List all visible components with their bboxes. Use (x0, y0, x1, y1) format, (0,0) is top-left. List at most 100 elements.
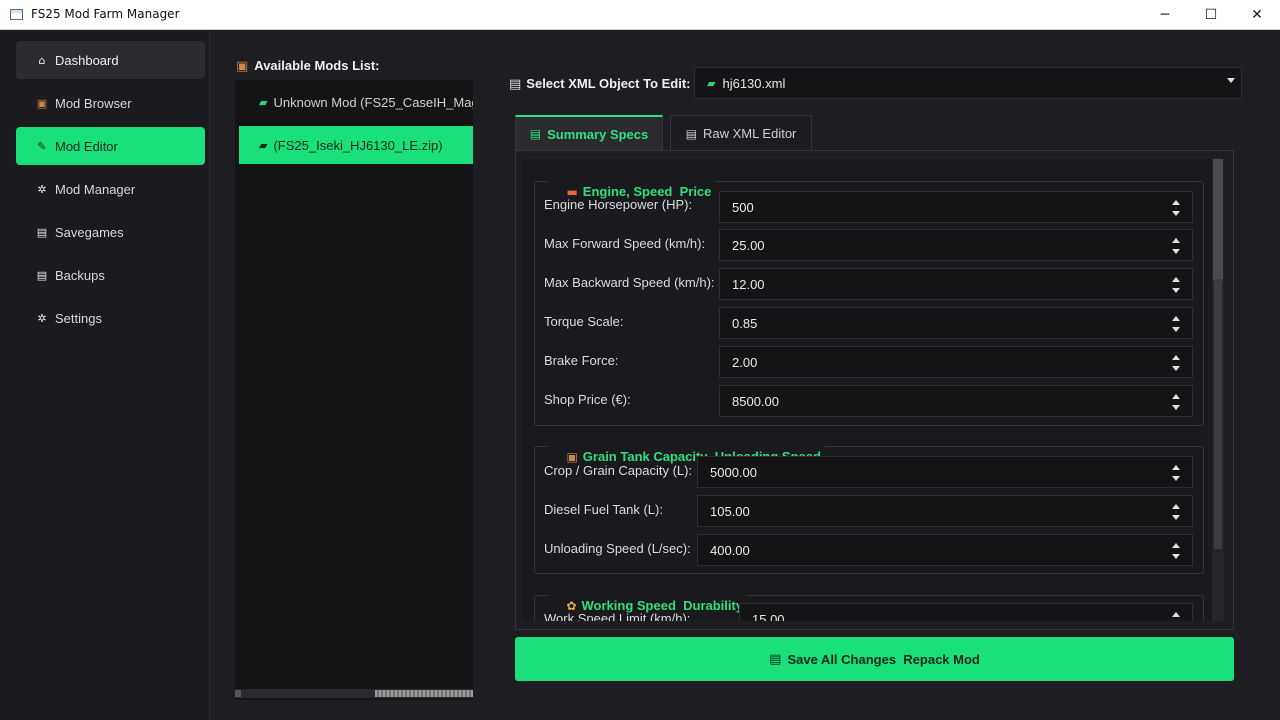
work-speed-limit-value: 15.00 (752, 611, 785, 622)
increment-arrow-icon[interactable] (1172, 504, 1180, 509)
scroll-left-arrow[interactable] (235, 690, 241, 697)
mods-list-title: Available Mods List: (254, 58, 380, 73)
save-repack-button[interactable]: ▤ Save All Changes Repack Mod (515, 637, 1234, 681)
xml-object-select[interactable]: ▰ hj6130.xml (694, 67, 1242, 99)
decrement-arrow-icon[interactable] (1172, 211, 1180, 216)
max-forward-speed-label: Max Forward Speed (km/h): (544, 236, 706, 251)
torque-scale-label: Torque Scale: (544, 314, 624, 329)
diesel-tank-value: 105.00 (710, 503, 750, 519)
home-icon: ⌂ (38, 53, 46, 67)
tab-label: Raw XML Editor (702, 126, 797, 141)
sidebar-item-label: Mod Manager (55, 181, 136, 197)
specs-scroll-area[interactable]: ▬ Engine, Speed Price Engine Horsepower (… (522, 159, 1212, 621)
unloading-speed-value: 400.00 (710, 542, 750, 558)
app-icon (10, 9, 23, 20)
decrement-arrow-icon[interactable] (1172, 327, 1180, 332)
tab-summary-specs[interactable]: ▤ Summary Specs (515, 115, 663, 151)
increment-arrow-icon[interactable] (1172, 200, 1180, 205)
sidebar-item-label: Mod Browser (55, 95, 132, 111)
unloading-speed-label: Unloading Speed (L/sec): (544, 541, 691, 556)
increment-arrow-icon[interactable] (1172, 465, 1180, 470)
decrement-arrow-icon[interactable] (1172, 249, 1180, 254)
sidebar: ⌂ Dashboard ▣ Mod Browser ✎ Mod Editor ✲… (0, 31, 210, 720)
title-bar: FS25 Mod Farm Manager ─ ☐ ✕ (0, 0, 1280, 30)
save-button-label: Save All Changes Repack Mod (787, 651, 980, 667)
horizontal-scrollbar[interactable] (235, 689, 473, 698)
floppy-icon: ▤ (36, 268, 48, 282)
sidebar-item-savegames[interactable]: ▤ Savegames (16, 213, 205, 251)
minimize-button[interactable]: ─ (1142, 0, 1188, 30)
shop-price-value: 8500.00 (732, 393, 779, 409)
tractor-icon: ▰ (707, 76, 716, 90)
package-icon: ▣ (236, 59, 249, 74)
decrement-arrow-icon[interactable] (1172, 405, 1180, 410)
increment-arrow-icon[interactable] (1172, 277, 1180, 282)
floppy-icon: ▤ (769, 651, 782, 667)
decrement-arrow-icon[interactable] (1172, 366, 1180, 371)
grain-capacity-input[interactable]: 5000.00 (697, 456, 1193, 488)
sidebar-item-label: Dashboard (55, 52, 119, 68)
max-backward-speed-label: Max Backward Speed (km/h): (544, 275, 715, 290)
xml-select-label: ▤ Select XML Object To Edit: (509, 76, 691, 92)
engine-hp-value: 500 (732, 199, 754, 215)
chevron-down-icon[interactable] (1227, 78, 1235, 83)
sidebar-item-mod-editor[interactable]: ✎ Mod Editor (16, 127, 205, 165)
diesel-tank-label: Diesel Fuel Tank (L): (544, 502, 663, 517)
mod-item-label: Unknown Mod (FS25_CaseIH_Mag (273, 94, 473, 110)
sidebar-item-settings[interactable]: ✲ Settings (16, 299, 205, 337)
brake-force-value: 2.00 (732, 354, 758, 370)
shop-price-label: Shop Price (€): (544, 392, 631, 407)
max-forward-speed-input[interactable]: 25.00 (719, 229, 1193, 261)
sidebar-item-label: Settings (55, 310, 102, 326)
increment-arrow-icon[interactable] (1172, 238, 1180, 243)
increment-arrow-icon[interactable] (1172, 543, 1180, 548)
sidebar-item-backups[interactable]: ▤ Backups (16, 256, 205, 294)
shop-price-input[interactable]: 8500.00 (719, 385, 1193, 417)
tab-raw-xml-editor[interactable]: ▤ Raw XML Editor (670, 115, 812, 151)
mods-list-header: ▣ Available Mods List: (236, 58, 380, 74)
gear-icon: ✲ (37, 311, 47, 325)
package-icon: ▣ (36, 96, 48, 110)
document-icon: ▤ (509, 77, 522, 92)
increment-arrow-icon[interactable] (1172, 612, 1180, 617)
decrement-arrow-icon[interactable] (1172, 476, 1180, 481)
decrement-arrow-icon[interactable] (1172, 554, 1180, 559)
max-forward-speed-value: 25.00 (732, 237, 765, 253)
vertical-scrollbar[interactable] (1212, 159, 1224, 621)
scrollbar-thumb[interactable] (1214, 279, 1222, 549)
tractor-icon: ▰ (259, 95, 268, 109)
mods-list[interactable]: ▰ Unknown Mod (FS25_CaseIH_Mag ▰ (FS25_I… (235, 80, 473, 700)
list-item[interactable]: ▰ (FS25_Iseki_HJ6130_LE.zip) (239, 126, 473, 164)
package-icon: ▣ (566, 450, 578, 464)
engine-hp-input[interactable]: 500 (719, 191, 1193, 223)
window-title: FS25 Mod Farm Manager (31, 7, 180, 21)
list-item[interactable]: ▰ Unknown Mod (FS25_CaseIH_Mag (235, 83, 473, 121)
sidebar-item-mod-manager[interactable]: ✲ Mod Manager (16, 170, 205, 208)
mod-item-label: (FS25_Iseki_HJ6130_LE.zip) (273, 137, 443, 153)
diesel-tank-input[interactable]: 105.00 (697, 495, 1193, 527)
sidebar-item-label: Savegames (55, 224, 124, 240)
grain-capacity-value: 5000.00 (710, 464, 757, 480)
brake-force-label: Brake Force: (544, 353, 619, 368)
max-backward-speed-value: 12.00 (732, 276, 765, 292)
xml-select-label-text: Select XML Object To Edit: (526, 76, 691, 91)
sidebar-item-mod-browser[interactable]: ▣ Mod Browser (16, 84, 205, 122)
sidebar-item-dashboard[interactable]: ⌂ Dashboard (16, 41, 205, 79)
floppy-icon: ▤ (36, 225, 48, 239)
brake-force-input[interactable]: 2.00 (719, 346, 1193, 378)
unloading-speed-input[interactable]: 400.00 (697, 534, 1193, 566)
work-speed-limit-input[interactable]: 15.00 (739, 603, 1193, 621)
grain-capacity-label: Crop / Grain Capacity (L): (544, 463, 693, 478)
scrollbar-track-filled (1213, 159, 1223, 281)
increment-arrow-icon[interactable] (1172, 394, 1180, 399)
increment-arrow-icon[interactable] (1172, 316, 1180, 321)
max-backward-speed-input[interactable]: 12.00 (719, 268, 1193, 300)
maximize-button[interactable]: ☐ (1188, 0, 1234, 30)
close-button[interactable]: ✕ (1234, 0, 1280, 30)
increment-arrow-icon[interactable] (1172, 355, 1180, 360)
gear-icon: ✲ (37, 182, 47, 196)
decrement-arrow-icon[interactable] (1172, 288, 1180, 293)
decrement-arrow-icon[interactable] (1172, 515, 1180, 520)
torque-scale-input[interactable]: 0.85 (719, 307, 1193, 339)
scrollbar-thumb[interactable] (375, 690, 473, 697)
